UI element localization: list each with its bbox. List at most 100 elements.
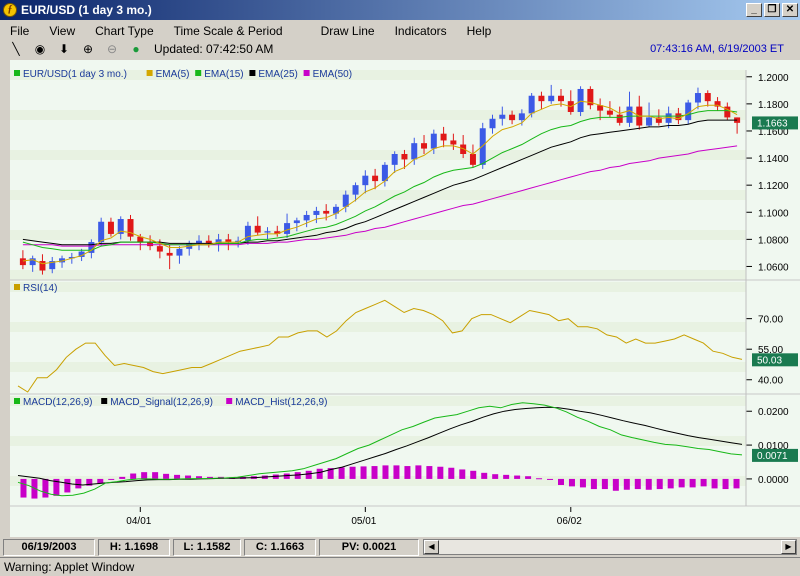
macd-tick-label: 0.0200 <box>758 407 789 418</box>
candle-body <box>156 246 163 252</box>
chart-area[interactable]: 1.2000 1.1800 1.1600 1.1400 1.1200 1.1000 1.08… <box>10 60 800 537</box>
macd-legend-label: MACD_Signal(12,26,9) <box>110 397 213 408</box>
macd-hist-bar <box>360 466 367 479</box>
macd-hist-bar <box>119 476 126 479</box>
candle-body <box>254 225 261 233</box>
pane-band <box>10 110 746 120</box>
scroll-right-icon[interactable]: ▶ <box>781 540 796 554</box>
macd-hist-bar <box>97 478 104 484</box>
macd-hist-bar <box>503 474 510 479</box>
applet-warning: Warning: Applet Window <box>0 557 800 576</box>
candle-body <box>518 113 525 121</box>
macd-hist-bar <box>514 475 521 479</box>
x-tick-label: 04/01 <box>126 516 151 527</box>
macd-hist-bar <box>722 478 729 490</box>
candle-body <box>479 128 486 165</box>
zoom-out-icon[interactable]: ⊖ <box>104 41 120 57</box>
macd-hist-bar <box>108 478 115 480</box>
time-scrollbar[interactable]: ◀ ▶ <box>423 539 797 555</box>
macd-hist-bar <box>415 465 422 479</box>
macd-hist-bar <box>623 478 630 490</box>
macd-hist-bar <box>338 467 345 479</box>
menu-chart-type[interactable]: Chart Type <box>85 24 163 38</box>
macd-hist-bar <box>667 478 674 489</box>
macd-hist-bar <box>492 474 499 479</box>
macd-hist-bar <box>437 466 444 479</box>
close-button[interactable]: ✕ <box>782 3 798 17</box>
draw-line-icon[interactable]: ╲ <box>8 41 24 57</box>
candle-body <box>401 154 408 160</box>
candle-body <box>558 95 564 102</box>
macd-hist-bar <box>141 472 148 479</box>
refresh-icon[interactable]: ● <box>128 41 144 57</box>
candle-body <box>244 225 251 241</box>
macd-hist-bar <box>42 478 49 498</box>
menu-help[interactable]: Help <box>457 24 502 38</box>
price-legend-label: EUR/USD(1 day 3 mo.) <box>23 69 127 80</box>
candle-body <box>411 143 418 160</box>
scroll-left-icon[interactable]: ◀ <box>424 540 439 554</box>
arrow-down-icon[interactable]: ⬇ <box>56 41 72 57</box>
menu-indicators[interactable]: Indicators <box>385 24 457 38</box>
candle-body <box>430 133 437 149</box>
price-legend-label: EMA(15) <box>204 69 243 80</box>
candle-body <box>284 223 291 234</box>
rsi-legend-label: RSI(14) <box>23 283 57 294</box>
minimize-button[interactable]: _ <box>746 3 762 17</box>
price-tick-label: 1.2000 <box>758 73 789 84</box>
restore-button[interactable]: ❐ <box>764 3 780 17</box>
legend-swatch <box>226 398 233 404</box>
menu-time-scale[interactable]: Time Scale & Period <box>164 24 311 38</box>
candle-body <box>166 252 173 256</box>
candle-body <box>616 114 623 123</box>
candle-body <box>19 258 26 266</box>
macd-hist-bar <box>601 478 608 490</box>
candle-body <box>372 175 379 182</box>
pane-band <box>10 362 746 372</box>
pane-background <box>10 282 800 394</box>
macd-hist-bar <box>75 478 82 489</box>
macd-hist-bar <box>547 478 554 480</box>
status-low: L: 1.1582 <box>173 538 241 556</box>
menu-file[interactable]: File <box>0 24 39 38</box>
macd-hist-bar <box>316 468 323 479</box>
menu-view[interactable]: View <box>39 24 85 38</box>
macd-hist-bar <box>130 473 137 479</box>
candle-body <box>176 248 183 256</box>
crosshair-icon[interactable]: ◉ <box>32 41 48 57</box>
updated-time: Updated: 07:42:50 AM <box>154 42 274 56</box>
candle-body <box>98 221 105 243</box>
macd-hist-bar <box>305 470 312 479</box>
pane-background <box>10 396 800 506</box>
macd-hist-bar <box>590 478 597 490</box>
candle-body <box>646 117 653 126</box>
pane-background <box>10 70 800 280</box>
menu-draw-line[interactable]: Draw Line <box>311 24 385 38</box>
macd-hist-bar <box>700 478 707 487</box>
legend-swatch <box>195 70 202 76</box>
macd-legend-label: MACD(12,26,9) <box>23 397 92 408</box>
x-tick-label: 05/01 <box>351 516 376 527</box>
macd-hist-bar <box>656 478 663 490</box>
macd-hist-bar <box>525 476 532 479</box>
status-pv: PV: 0.0021 <box>319 538 419 556</box>
macd-hist-bar <box>349 466 356 479</box>
macd-hist-bar <box>481 472 488 479</box>
candle-body <box>127 219 134 237</box>
candle-body <box>685 102 692 121</box>
candle-body <box>577 88 584 112</box>
candle-body <box>528 95 535 114</box>
candle-body <box>548 95 555 102</box>
candle-body <box>313 210 320 215</box>
legend-swatch <box>303 70 310 76</box>
status-high: H: 1.1698 <box>98 538 170 556</box>
macd-hist-bar <box>20 478 27 498</box>
macd-last-value: 0.0071 <box>757 451 788 462</box>
candle-body <box>391 154 398 165</box>
macd-hist-bar <box>382 465 389 479</box>
zoom-in-icon[interactable]: ⊕ <box>80 41 96 57</box>
price-legend-label: EMA(50) <box>313 69 352 80</box>
rsi-last-value: 50.03 <box>757 355 782 366</box>
macd-hist-bar <box>645 478 652 490</box>
legend-swatch <box>14 284 20 290</box>
